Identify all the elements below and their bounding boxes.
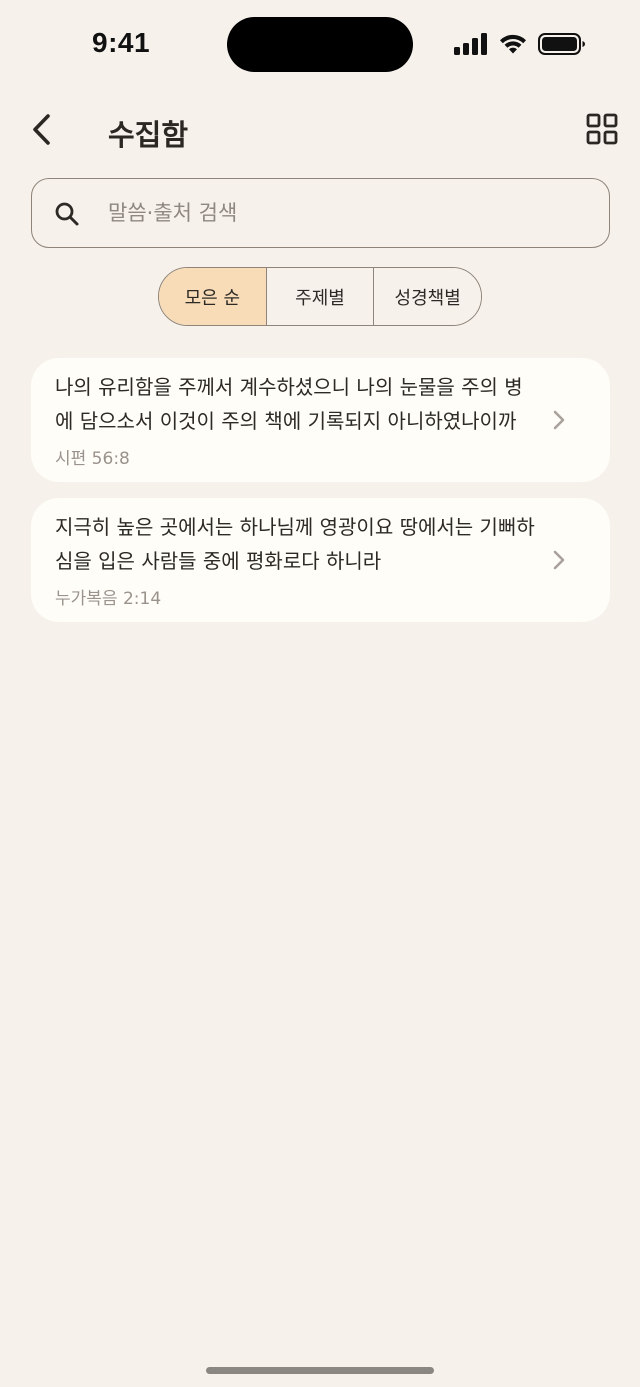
status-bar: 9:41 <box>0 0 640 90</box>
header: 수집함 <box>0 100 640 160</box>
chevron-left-icon <box>33 114 50 145</box>
search-input[interactable] <box>108 179 588 247</box>
status-icons <box>454 30 586 58</box>
verse-reference: 누가복음 2:14 <box>55 589 162 609</box>
collection-screen: 9:41 수집함 말씀·출처 검색 모은 순 주제별 성경책별 나의 유리함을 … <box>0 0 640 1387</box>
tab-collected-order[interactable]: 모은 순 <box>159 268 267 325</box>
sort-segmented-control: 모은 순 주제별 성경책별 <box>158 267 482 326</box>
chevron-right-icon <box>553 550 565 570</box>
chevron-right-icon <box>553 410 565 430</box>
cellular-signal-icon <box>454 33 487 55</box>
wifi-icon <box>500 34 526 54</box>
dynamic-island <box>227 17 413 72</box>
verse-text: 나의 유리함을 주께서 계수하셨으니 나의 눈물을 주의 병에 담으소서 이것이… <box>55 375 523 433</box>
verse-reference: 시편 56:8 <box>55 449 130 469</box>
grid-icon <box>586 113 618 145</box>
battery-icon <box>538 33 585 55</box>
search-icon <box>55 202 79 226</box>
verse-card[interactable]: 나의 유리함을 주께서 계수하셨으니 나의 눈물을 주의 병에 담으소서 이것이… <box>31 358 610 482</box>
page-title: 수집함 <box>108 118 189 152</box>
verse-text: 지극히 높은 곳에서는 하나님께 영광이요 땅에서는 기뻐하심을 입은 사람들 … <box>55 515 535 573</box>
tab-by-topic[interactable]: 주제별 <box>266 268 375 325</box>
verse-card[interactable]: 지극히 높은 곳에서는 하나님께 영광이요 땅에서는 기뻐하심을 입은 사람들 … <box>31 498 610 622</box>
home-indicator <box>206 1367 434 1374</box>
status-time: 9:41 <box>92 27 151 58</box>
grid-view-button[interactable] <box>586 113 618 145</box>
tab-by-book[interactable]: 성경책별 <box>374 268 481 325</box>
back-button[interactable] <box>26 110 62 150</box>
search-box <box>31 178 610 248</box>
